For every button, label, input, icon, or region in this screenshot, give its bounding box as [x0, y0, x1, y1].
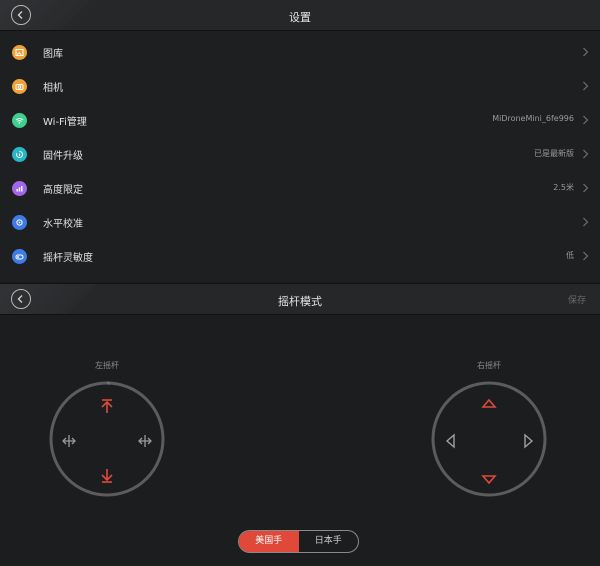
mode-option-japanese[interactable]: 日本手 [299, 531, 359, 552]
settings-item-label: 图库 [43, 49, 63, 60]
wifi-icon [12, 113, 27, 128]
chevron-right-icon [583, 81, 589, 91]
settings-item-stick-sensitivity[interactable]: 摇杆灵敏度 低 [0, 240, 600, 274]
yaw-right-icon [138, 435, 152, 447]
settings-list: 图库 相机 Wi-Fi管理 MiDroneMini_6fe996 固件升级 已是… [0, 31, 600, 281]
pitch-forward-icon [481, 398, 497, 408]
chevron-right-icon [583, 47, 589, 57]
settings-item-label: 高度限定 [43, 185, 83, 196]
left-stick-diagram [49, 381, 165, 497]
chevron-right-icon [583, 217, 589, 227]
mode-option-american[interactable]: 美国手 [239, 531, 299, 552]
stick-mode-selector: 美国手 日本手 [238, 530, 359, 553]
settings-item-label: 相机 [43, 83, 63, 94]
settings-item-wifi[interactable]: Wi-Fi管理 MiDroneMini_6fe996 [0, 104, 600, 138]
camera-icon [12, 79, 27, 94]
settings-item-label: Wi-Fi管理 [43, 117, 87, 128]
altitude-icon [12, 181, 27, 196]
settings-item-value: MiDroneMini_6fe996 [492, 114, 574, 123]
settings-item-altitude[interactable]: 高度限定 2.5米 [0, 172, 600, 206]
settings-header: 设置 [0, 0, 600, 31]
left-stick-label: 左摇杆 [95, 361, 119, 370]
stick-mode-title: 摇杆模式 [278, 295, 322, 308]
yaw-left-icon [62, 435, 76, 447]
chevron-left-icon [17, 295, 23, 303]
right-stick-label: 右摇杆 [477, 361, 501, 370]
stick-mode-back-button[interactable] [11, 289, 31, 309]
throttle-down-arrow-icon [101, 469, 113, 483]
chevron-right-icon [583, 183, 589, 193]
joystick-icon [12, 249, 27, 264]
pitch-backward-icon [481, 475, 497, 485]
settings-item-value: 低 [566, 251, 574, 260]
gallery-icon [12, 45, 27, 60]
chevron-right-icon [583, 149, 589, 159]
firmware-icon [12, 147, 27, 162]
settings-item-value: 2.5米 [553, 183, 574, 192]
settings-item-label: 摇杆灵敏度 [43, 253, 93, 264]
roll-left-icon [445, 433, 455, 449]
settings-item-firmware[interactable]: 固件升级 已是最新版 [0, 138, 600, 172]
chevron-left-icon [17, 11, 23, 19]
save-button[interactable]: 保存 [568, 293, 586, 306]
settings-item-label: 固件升级 [43, 151, 83, 162]
chevron-right-icon [583, 115, 589, 125]
settings-item-camera[interactable]: 相机 [0, 70, 600, 104]
roll-right-icon [524, 433, 534, 449]
settings-item-gallery[interactable]: 图库 [0, 36, 600, 70]
settings-item-level-calibration[interactable]: 水平校准 [0, 206, 600, 240]
throttle-up-arrow-icon [101, 399, 113, 413]
back-button[interactable] [11, 5, 31, 25]
settings-item-value: 已是最新版 [534, 149, 574, 158]
level-icon [12, 215, 27, 230]
chevron-right-icon [583, 251, 589, 261]
stick-mode-header: 摇杆模式 保存 [0, 283, 600, 315]
right-stick-diagram [431, 381, 547, 497]
settings-item-label: 水平校准 [43, 219, 83, 230]
page-title: 设置 [289, 11, 311, 24]
